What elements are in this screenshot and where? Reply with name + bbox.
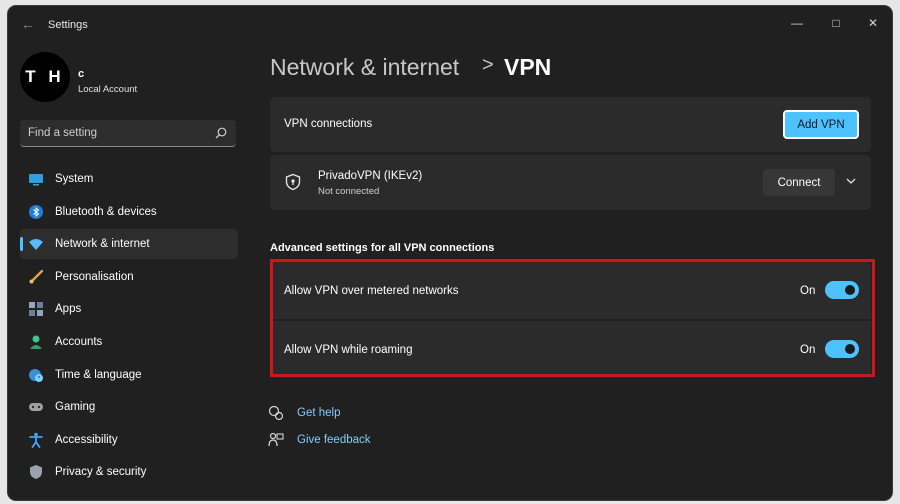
breadcrumb-separator: > [482,54,494,76]
monitor-icon [28,171,44,187]
roaming-toggle[interactable] [825,340,859,358]
get-help-link[interactable]: Get help [297,407,340,419]
sidebar-item-bluetooth[interactable]: Bluetooth & devices [20,197,238,227]
maximize-icon[interactable]: □ [821,12,851,34]
toggle-state-label: On [800,344,816,356]
account-name: c [78,68,85,80]
breadcrumb-parent[interactable]: Network & internet [270,54,459,81]
vpn-profile-card[interactable]: PrivadoVPN (IKEv2) Not connected Connect [270,155,871,210]
metered-toggle[interactable] [825,281,859,299]
bluetooth-icon [28,204,44,220]
setting-row-roaming: Allow VPN while roaming On [270,321,871,378]
setting-row-metered: Allow VPN over metered networks On [270,262,871,319]
sidebar-item-network[interactable]: Network & internet [20,229,238,260]
toggle-knob [845,344,855,354]
apps-icon [28,301,44,317]
title-bar: ← Settings — □ ✕ [8,6,892,42]
give-feedback-link[interactable]: Give feedback [297,434,371,446]
add-vpn-button[interactable]: Add VPN [783,110,859,139]
sidebar-item-label: Privacy & security [55,466,147,479]
sidebar-item-label: Accessibility [55,433,118,446]
toggle-knob [845,285,855,295]
sidebar-item-label: Time & language [55,368,142,381]
feedback-icon [268,432,284,447]
sidebar-item-label: System [55,173,94,185]
search-input[interactable] [28,120,208,146]
sidebar-item-time-language[interactable]: Time & language [20,360,238,390]
search-icon[interactable] [214,126,228,140]
setting-label: Allow VPN over metered networks [284,285,459,297]
sidebar-item-personalisation[interactable]: Personalisation [20,262,238,292]
brush-icon [28,269,44,285]
person-icon [28,334,44,350]
sidebar-item-label: Bluetooth & devices [55,205,157,218]
sidebar-item-accounts[interactable]: Accounts [20,327,238,357]
accessibility-icon [28,432,44,448]
back-arrow-icon[interactable]: ← [20,16,36,32]
sidebar-item-accessibility[interactable]: Accessibility [20,425,238,455]
wifi-icon [28,236,44,252]
sidebar-item-label: Gaming [55,401,96,414]
settings-window: ← Settings — □ ✕ T H c Local Account Sys… [8,6,892,500]
help-icon [268,405,284,421]
toggle-state-label: On [800,285,816,297]
sidebar-item-privacy[interactable]: Privacy & security [20,457,238,487]
minimize-icon[interactable]: — [782,12,812,34]
search-box [20,120,236,147]
sidebar-item-apps[interactable]: Apps [20,294,238,324]
vpn-connections-label: VPN connections [284,118,373,130]
setting-label: Allow VPN while roaming [284,344,413,356]
page-title: VPN [504,54,552,80]
vpn-profile-name: PrivadoVPN (IKEv2) [318,170,423,182]
gamepad-icon [28,399,44,415]
app-title: Settings [48,19,88,31]
sidebar-item-label: Accounts [55,335,103,348]
sidebar-nav: System Bluetooth & devices Network & int… [20,164,238,490]
connect-button[interactable]: Connect [763,169,835,196]
vpn-connections-card: VPN connections Add VPN [270,97,871,152]
globe-clock-icon [28,367,44,383]
account-type: Local Account [78,84,138,95]
sidebar-item-label: Personalisation [55,270,134,283]
avatar[interactable]: T H [20,52,70,102]
sidebar-item-label: Network & internet [55,238,150,251]
sidebar-item-label: Apps [55,303,82,316]
vpn-shield-icon [285,173,301,191]
sidebar-item-gaming[interactable]: Gaming [20,392,238,422]
shield-icon [28,464,44,480]
close-icon[interactable]: ✕ [858,12,888,34]
sidebar-item-system[interactable]: System [20,164,238,194]
vpn-profile-status: Not connected [318,186,380,197]
advanced-settings-heading: Advanced settings for all VPN connection… [270,242,495,254]
chevron-down-icon[interactable] [844,174,858,188]
